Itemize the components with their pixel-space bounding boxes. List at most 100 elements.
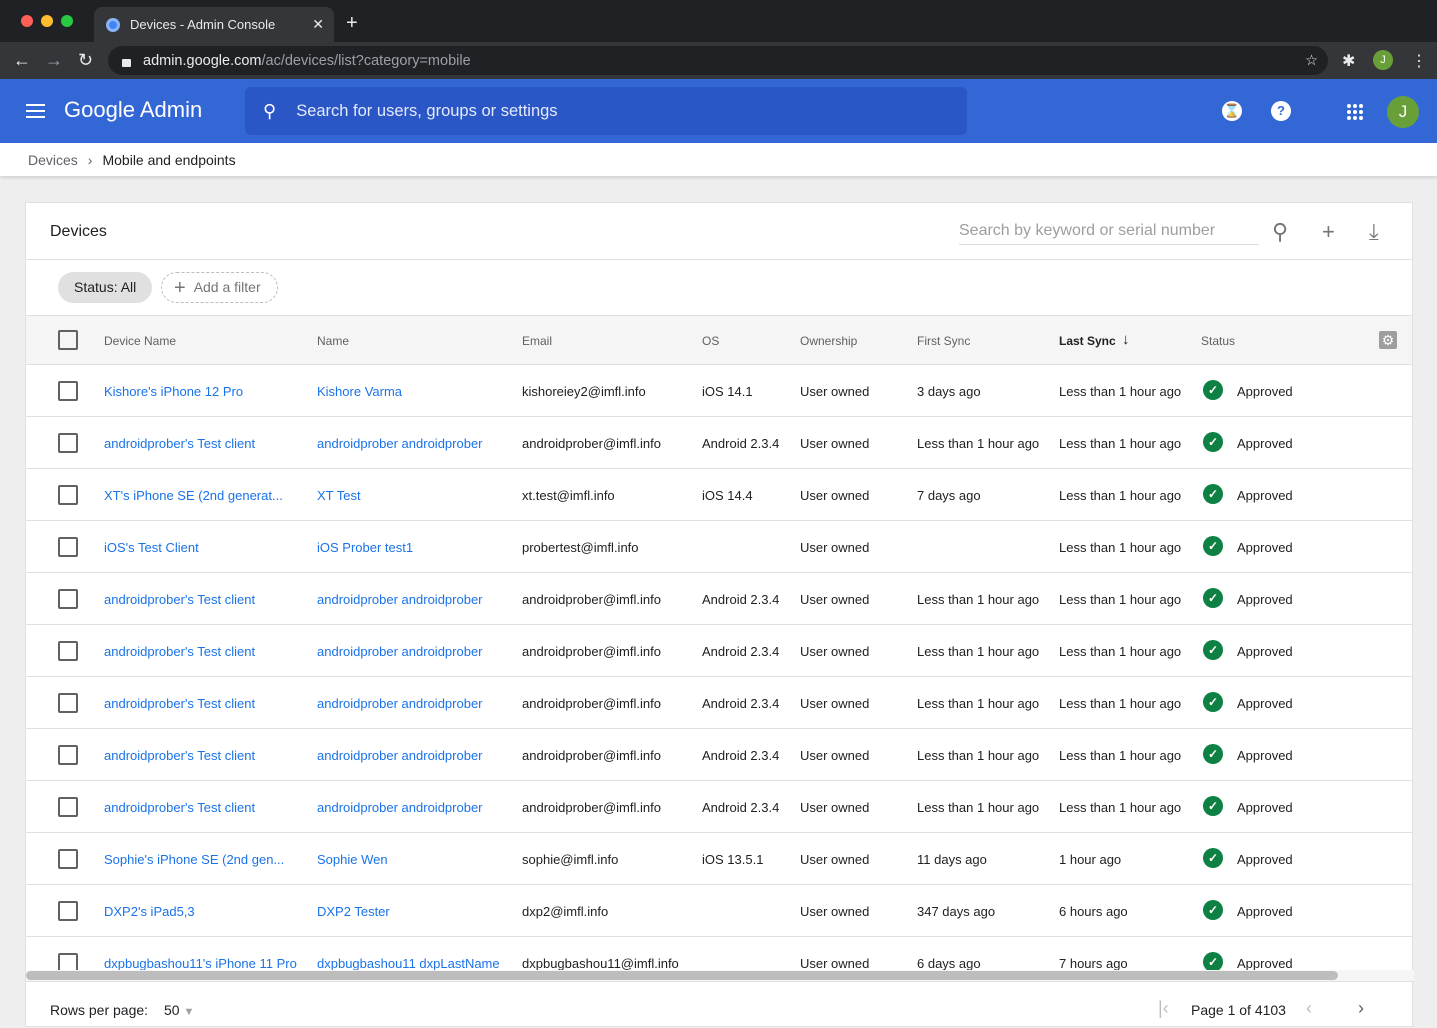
table-row[interactable]: androidprober's Test client androidprober… bbox=[26, 677, 1412, 729]
back-icon[interactable]: ← bbox=[13, 50, 31, 71]
device-name-link[interactable]: androidprober's Test client bbox=[104, 644, 255, 659]
extensions-icon[interactable]: ✱ bbox=[1342, 51, 1355, 71]
device-name-link[interactable]: androidprober's Test client bbox=[104, 696, 255, 711]
user-name-link[interactable]: iOS Prober test1 bbox=[317, 540, 413, 555]
user-name-link[interactable]: Sophie Wen bbox=[317, 852, 388, 867]
table-row[interactable]: dxpbugbashou11's iPhone 11 Pro dxpbugbash… bbox=[26, 937, 1412, 970]
row-checkbox[interactable] bbox=[58, 641, 78, 661]
close-window-button[interactable] bbox=[21, 15, 33, 27]
profile-avatar[interactable]: J bbox=[1373, 50, 1393, 70]
user-name-link[interactable]: androidprober androidprober bbox=[317, 644, 483, 659]
status-text: Approved bbox=[1237, 696, 1293, 711]
table-row[interactable]: Sophie's iPhone SE (2nd gen... Sophie Wen… bbox=[26, 833, 1412, 885]
col-first-sync[interactable]: First Sync bbox=[917, 334, 970, 348]
row-checkbox[interactable] bbox=[58, 745, 78, 765]
user-name-link[interactable]: androidprober androidprober bbox=[317, 696, 483, 711]
first-sync: Less than 1 hour ago bbox=[917, 592, 1040, 607]
col-last-sync[interactable]: Last Sync bbox=[1059, 334, 1116, 348]
col-ownership[interactable]: Ownership bbox=[800, 334, 857, 348]
col-device-name[interactable]: Device Name bbox=[104, 334, 176, 348]
device-name-link[interactable]: XT's iPhone SE (2nd generat... bbox=[104, 488, 283, 503]
user-name-link[interactable]: androidprober androidprober bbox=[317, 800, 483, 815]
browser-tab[interactable]: Devices - Admin Console ✕ bbox=[94, 7, 334, 42]
previous-page-icon[interactable]: ‹ bbox=[1306, 998, 1312, 1019]
row-checkbox[interactable] bbox=[58, 953, 78, 970]
col-status[interactable]: Status bbox=[1201, 334, 1235, 348]
google-admin-logo[interactable]: Google Admin bbox=[64, 97, 202, 123]
tasks-hourglass-icon[interactable]: ⌛ bbox=[1222, 101, 1242, 121]
status-filter-chip[interactable]: Status: All bbox=[58, 272, 153, 303]
reload-icon[interactable]: ↻ bbox=[78, 50, 93, 71]
approved-check-icon: ✓ bbox=[1203, 744, 1223, 764]
last-sync: Less than 1 hour ago bbox=[1059, 800, 1182, 815]
user-name-link[interactable]: dxpbugbashou11 dxpLastName bbox=[317, 956, 500, 970]
device-name-link[interactable]: DXP2's iPad5,3 bbox=[104, 904, 195, 919]
bookmark-star-icon[interactable]: ☆ bbox=[1305, 53, 1318, 69]
status-text: Approved bbox=[1237, 384, 1293, 399]
breadcrumb-devices[interactable]: Devices bbox=[28, 152, 78, 168]
table-row[interactable]: androidprober's Test client androidprober… bbox=[26, 781, 1412, 833]
column-settings-gear-icon[interactable]: ⚙ bbox=[1379, 331, 1397, 349]
col-name[interactable]: Name bbox=[317, 334, 349, 348]
device-name-link[interactable]: androidprober's Test client bbox=[104, 436, 255, 451]
ownership: User owned bbox=[800, 540, 870, 555]
apps-grid-icon[interactable] bbox=[1347, 104, 1363, 120]
table-row[interactable]: iOS's Test Client iOS Prober test1 probert… bbox=[26, 521, 1412, 573]
row-checkbox[interactable] bbox=[58, 589, 78, 609]
device-name-link[interactable]: Kishore's iPhone 12 Pro bbox=[104, 384, 243, 399]
col-os[interactable]: OS bbox=[702, 334, 719, 348]
row-checkbox[interactable] bbox=[58, 693, 78, 713]
device-name-link[interactable]: androidprober's Test client bbox=[104, 800, 255, 815]
next-page-icon[interactable]: › bbox=[1358, 998, 1364, 1019]
user-name-link[interactable]: androidprober androidprober bbox=[317, 748, 483, 763]
device-name-link[interactable]: androidprober's Test client bbox=[104, 592, 255, 607]
row-checkbox[interactable] bbox=[58, 797, 78, 817]
first-page-icon[interactable]: |‹ bbox=[1158, 998, 1169, 1019]
device-name-link[interactable]: Sophie's iPhone SE (2nd gen... bbox=[104, 852, 284, 867]
help-icon[interactable]: ? bbox=[1271, 101, 1291, 121]
rows-per-page-select[interactable]: 50 ▼ bbox=[164, 1002, 194, 1018]
device-name-link[interactable]: androidprober's Test client bbox=[104, 748, 255, 763]
table-row[interactable]: Kishore's iPhone 12 Pro Kishore Varma kish… bbox=[26, 365, 1412, 417]
row-checkbox[interactable] bbox=[58, 901, 78, 921]
add-filter-button[interactable]: + Add a filter bbox=[161, 272, 278, 303]
col-email[interactable]: Email bbox=[522, 334, 552, 348]
zoom-window-button[interactable] bbox=[61, 15, 73, 27]
user-name-link[interactable]: DXP2 Tester bbox=[317, 904, 390, 919]
sort-arrow-down-icon[interactable]: ↓ bbox=[1122, 331, 1130, 348]
user-name-link[interactable]: Kishore Varma bbox=[317, 384, 402, 399]
table-row[interactable]: DXP2's iPad5,3 DXP2 Tester dxp2@imfl.info U… bbox=[26, 885, 1412, 937]
table-row[interactable]: androidprober's Test client androidprober… bbox=[26, 417, 1412, 469]
forward-icon[interactable]: → bbox=[45, 50, 63, 71]
table-row[interactable]: XT's iPhone SE (2nd generat... XT Test xt.… bbox=[26, 469, 1412, 521]
devices-card: Devices Search by keyword or serial numb… bbox=[25, 202, 1414, 1027]
user-name-link[interactable]: androidprober androidprober bbox=[317, 592, 483, 607]
first-sync: Less than 1 hour ago bbox=[917, 644, 1040, 659]
main-menu-icon[interactable] bbox=[26, 104, 45, 122]
download-icon[interactable]: ⤓ bbox=[1369, 219, 1379, 245]
url-input[interactable]: admin.google.com/ac/devices/list?categor… bbox=[108, 46, 1328, 75]
row-checkbox[interactable] bbox=[58, 849, 78, 869]
add-device-icon[interactable]: + bbox=[1322, 219, 1335, 245]
user-name-link[interactable]: XT Test bbox=[317, 488, 361, 503]
device-name-link[interactable]: dxpbugbashou11's iPhone 11 Pro bbox=[104, 956, 297, 970]
row-checkbox[interactable] bbox=[58, 485, 78, 505]
new-tab-button[interactable]: + bbox=[346, 12, 358, 35]
account-avatar[interactable]: J bbox=[1387, 96, 1419, 128]
device-name-link[interactable]: iOS's Test Client bbox=[104, 540, 199, 555]
row-checkbox[interactable] bbox=[58, 433, 78, 453]
browser-menu-icon[interactable]: ⋮ bbox=[1411, 51, 1427, 71]
horizontal-scrollbar[interactable] bbox=[26, 970, 1414, 982]
select-all-checkbox[interactable] bbox=[58, 330, 78, 350]
row-checkbox[interactable] bbox=[58, 381, 78, 401]
row-checkbox[interactable] bbox=[58, 537, 78, 557]
global-search-input[interactable]: ⚲ Search for users, groups or settings bbox=[245, 87, 967, 135]
minimize-window-button[interactable] bbox=[41, 15, 53, 27]
user-name-link[interactable]: androidprober androidprober bbox=[317, 436, 483, 451]
table-row[interactable]: androidprober's Test client androidprober… bbox=[26, 729, 1412, 781]
table-row[interactable]: androidprober's Test client androidprober… bbox=[26, 625, 1412, 677]
table-row[interactable]: androidprober's Test client androidprober… bbox=[26, 573, 1412, 625]
search-icon[interactable]: ⚲ bbox=[1272, 219, 1288, 245]
close-tab-icon[interactable]: ✕ bbox=[312, 16, 324, 33]
device-search-input[interactable]: Search by keyword or serial number bbox=[959, 222, 1259, 245]
